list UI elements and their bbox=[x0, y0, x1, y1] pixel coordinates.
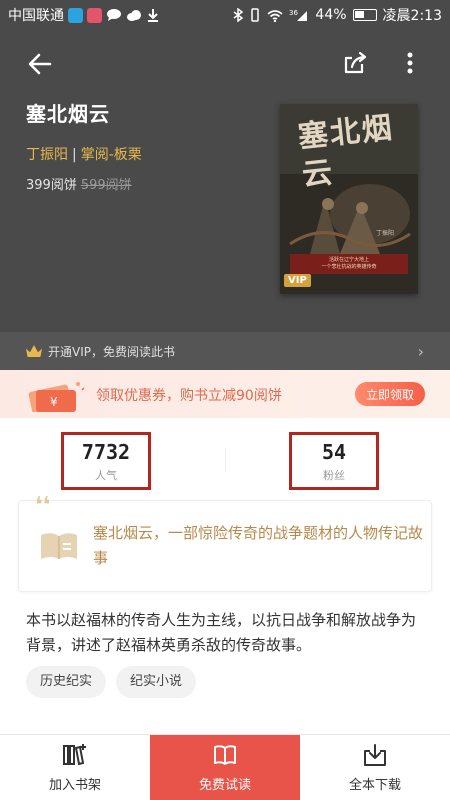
svg-text:¥: ¥ bbox=[50, 395, 58, 409]
bookshelf-add-icon bbox=[63, 744, 86, 766]
original-price: 599阅饼 bbox=[80, 178, 132, 193]
coupon-text: 领取优惠券，购书立减90阅饼 bbox=[96, 388, 282, 404]
summary-card: ❛❛ 塞北烟云，一部惊险传奇的战争题材的人物传记故事 bbox=[18, 493, 432, 592]
more-options-icon[interactable] bbox=[398, 48, 422, 78]
cover-tagline-line2: 一个悲壮抗战的英雄传奇 bbox=[321, 264, 377, 270]
stats-divider bbox=[225, 448, 226, 472]
back-arrow-icon[interactable] bbox=[24, 48, 56, 80]
popularity-stat: 7732 人气 bbox=[61, 432, 151, 490]
download-box-icon bbox=[364, 744, 386, 766]
svg-text:36: 36 bbox=[289, 9, 298, 17]
download-all-label: 全本下载 bbox=[348, 778, 401, 793]
clock: 凌晨2:13 bbox=[382, 8, 442, 24]
popularity-label: 人气 bbox=[95, 468, 117, 482]
vip-banner-text: 开通VIP，免费阅读此书 bbox=[48, 344, 175, 359]
fans-stat[interactable]: 54 粉丝 bbox=[289, 432, 379, 490]
status-bar: 中国联通 36 44% 凌晨2:13 bbox=[0, 0, 450, 30]
download-icon bbox=[148, 9, 158, 22]
book-header: 塞北烟云 丁振阳 | 掌阅-板栗 399阅饼 599阅饼 塞北烟云 丁振阳 活跃在辽宁… bbox=[0, 30, 450, 332]
signal-icon: 36 bbox=[289, 9, 308, 21]
bluetooth-icon bbox=[233, 8, 244, 22]
fans-value: 54 bbox=[321, 439, 347, 464]
cover-tagline: 活跃在辽宁大地上 一个悲壮抗战的英雄传奇 bbox=[290, 254, 408, 274]
book-cover[interactable]: 塞北烟云 丁振阳 活跃在辽宁大地上 一个悲壮抗战的英雄传奇 VIP bbox=[280, 104, 418, 294]
video-app-icon bbox=[68, 7, 83, 23]
coupon-banner: ¥ 领取优惠券，购书立减90阅饼 立即领取 bbox=[0, 370, 450, 418]
cover-title-art: 塞北烟云 bbox=[296, 110, 396, 194]
publisher-link[interactable]: 掌阅-板栗 bbox=[81, 147, 142, 163]
cover-tagline-line1: 活跃在辽宁大地上 bbox=[328, 257, 369, 263]
bottom-action-bar: 加入书架 免费试读 全本下载 bbox=[0, 734, 450, 800]
add-to-shelf-button[interactable]: 加入书架 bbox=[0, 735, 150, 800]
current-price: 399阅饼 bbox=[26, 178, 77, 193]
book-price: 399阅饼 599阅饼 bbox=[26, 174, 132, 193]
book-author-publisher: 丁振阳 | 掌阅-板栗 bbox=[26, 144, 142, 164]
battery-icon bbox=[352, 9, 377, 21]
coupon-ticket-icon: ¥ bbox=[28, 382, 85, 412]
download-all-button[interactable]: 全本下载 bbox=[300, 735, 450, 800]
fans-label: 粉丝 bbox=[323, 468, 345, 482]
free-trial-button[interactable]: 免费试读 bbox=[150, 735, 300, 800]
add-to-shelf-label: 加入书架 bbox=[48, 778, 101, 793]
book-title: 塞北烟云 bbox=[26, 102, 110, 126]
tag-history[interactable]: 历史纪实 bbox=[26, 666, 107, 698]
book-description: 本书以赵福林的传奇人生为主线，以抗日战争和解放战争为背景，讲述了赵福林英勇杀敌的… bbox=[26, 611, 417, 654]
open-book-icon bbox=[41, 533, 77, 559]
battery-percent: 44% bbox=[315, 7, 347, 23]
tag-documentary-novel[interactable]: 纪实小说 bbox=[116, 666, 197, 698]
share-icon[interactable] bbox=[340, 48, 370, 78]
meta-separator: | bbox=[72, 147, 77, 163]
cloud-icon bbox=[127, 10, 141, 21]
popularity-value: 7732 bbox=[81, 439, 131, 464]
quote-mark-icon: ❛❛ bbox=[35, 493, 51, 518]
cover-vip-badge: VIP bbox=[284, 274, 311, 287]
chat-icon bbox=[107, 9, 121, 21]
circle-app-icon bbox=[87, 7, 102, 23]
chevron-right-icon: › bbox=[417, 341, 424, 361]
author-link[interactable]: 丁振阳 bbox=[26, 147, 68, 163]
cover-author: 丁振阳 bbox=[376, 230, 395, 237]
wifi-icon bbox=[267, 9, 283, 22]
vibrate-icon bbox=[251, 8, 260, 22]
claim-coupon-button[interactable]: 立即领取 bbox=[355, 382, 425, 406]
vip-banner[interactable]: 开通VIP，免费阅读此书 › bbox=[0, 332, 450, 370]
carrier-label: 中国联通 bbox=[8, 8, 64, 24]
tag-list: 历史纪实 纪实小说 bbox=[26, 666, 197, 698]
free-trial-label: 免费试读 bbox=[198, 778, 251, 793]
vip-crown-icon bbox=[26, 345, 42, 357]
open-book-read-icon bbox=[214, 745, 236, 765]
summary-text: 塞北烟云，一部惊险传奇的战争题材的人物传记故事 bbox=[93, 524, 424, 567]
